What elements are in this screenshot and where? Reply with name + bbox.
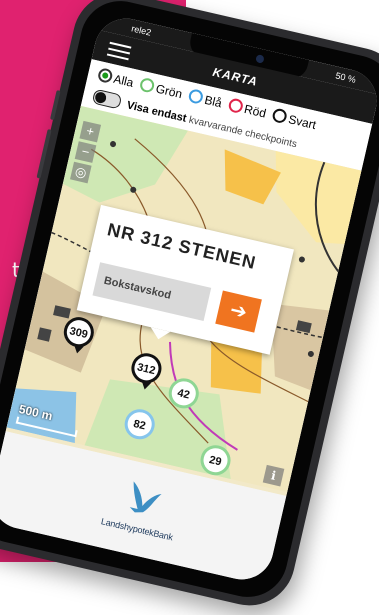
radio-icon xyxy=(139,77,156,95)
filter-label: Grön xyxy=(154,81,184,102)
radio-icon xyxy=(96,67,114,85)
logo-text: LandshypotekBank xyxy=(100,516,174,543)
map-building xyxy=(319,346,335,363)
carrier-label: rele2 xyxy=(130,23,153,38)
phone-mockup: rele2 50 % KARTA Alla Grön Blå Röd Svart xyxy=(0,0,379,615)
filter-option-alla[interactable]: Alla xyxy=(96,67,135,91)
filter-label: Blå xyxy=(203,93,224,111)
filter-option-gron[interactable]: Grön xyxy=(139,77,184,101)
sponsor-logo: LandshypotekBank xyxy=(97,472,187,544)
remaining-checkpoints-toggle[interactable] xyxy=(91,88,123,110)
radio-icon xyxy=(187,88,205,106)
filter-label: Röd xyxy=(242,102,268,121)
filter-label: Alla xyxy=(112,72,135,91)
radio-icon xyxy=(227,97,245,115)
radio-icon xyxy=(271,107,289,125)
bird-logo-icon xyxy=(129,481,162,513)
camera-icon xyxy=(255,54,265,64)
letter-code-input[interactable]: Bokstavskod xyxy=(92,262,212,321)
filter-option-svart[interactable]: Svart xyxy=(271,107,318,133)
filter-option-bla[interactable]: Blå xyxy=(187,88,224,111)
battery-label: 50 % xyxy=(334,70,357,85)
orienteering-map[interactable]: + − ◎ NR 312 STENEN Bokstavskod ➔ 309 31… xyxy=(5,105,362,497)
filter-option-rod[interactable]: Röd xyxy=(227,97,268,121)
submit-code-button[interactable]: ➔ xyxy=(215,290,262,333)
filter-label: Svart xyxy=(286,112,318,133)
